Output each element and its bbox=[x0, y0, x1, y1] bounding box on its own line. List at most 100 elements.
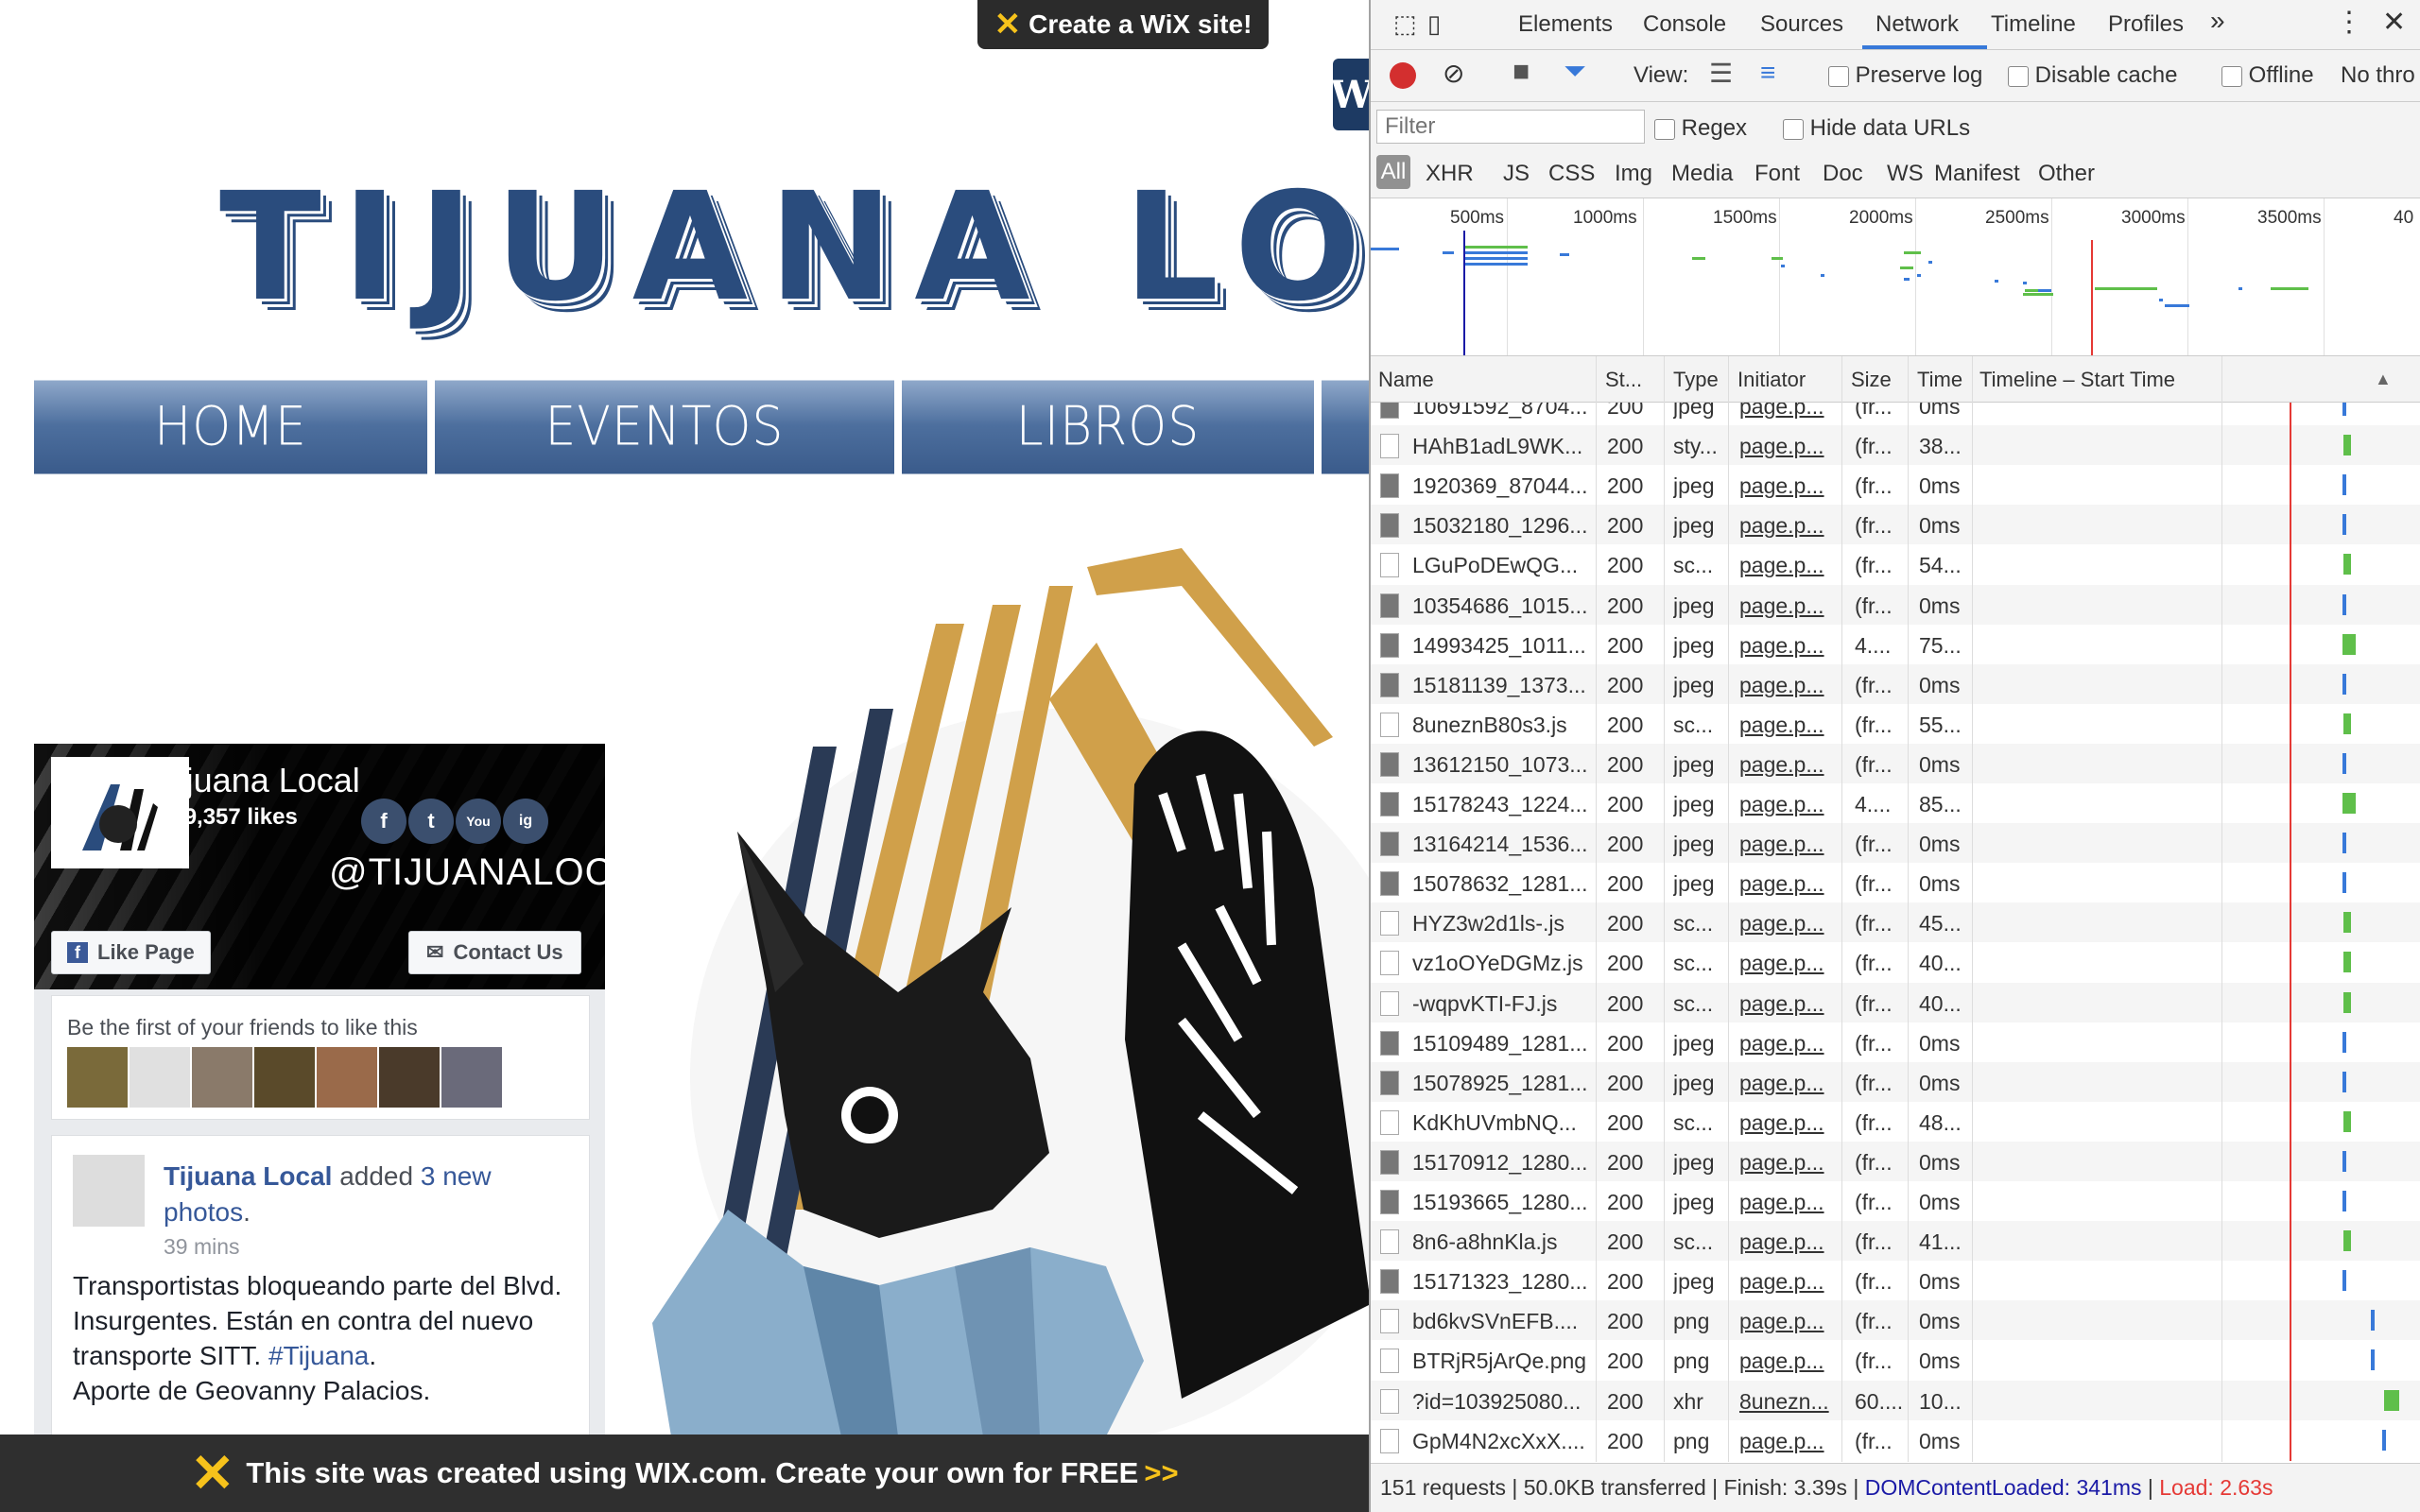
type-filter-css[interactable]: CSS bbox=[1548, 161, 1595, 187]
device-mode-icon[interactable]: ▯ bbox=[1427, 9, 1441, 39]
tab-sources[interactable]: Sources bbox=[1760, 11, 1843, 38]
regex-checkbox[interactable]: Regex bbox=[1654, 115, 1747, 142]
type-filter-media[interactable]: Media bbox=[1671, 161, 1733, 187]
request-initiator[interactable]: page.p... bbox=[1739, 1190, 1824, 1215]
request-initiator[interactable]: page.p... bbox=[1739, 553, 1824, 578]
request-row[interactable]: 10691592_8704... 200 jpeg page.p... (fr... 0m… bbox=[1371, 403, 2420, 425]
request-initiator[interactable]: page.p... bbox=[1739, 911, 1824, 936]
filter-icon[interactable]: ⏷ bbox=[1564, 56, 1586, 88]
friend-avatar[interactable] bbox=[130, 1047, 190, 1108]
tab-elements[interactable]: Elements bbox=[1518, 11, 1613, 38]
request-row[interactable]: 1920369_87044... 200 jpeg page.p... (fr... 0m… bbox=[1371, 465, 2420, 505]
type-filter-ws[interactable]: WS bbox=[1887, 161, 1924, 187]
request-initiator[interactable]: page.p... bbox=[1739, 752, 1824, 778]
col-timeline[interactable]: Timeline – Start Time bbox=[1979, 368, 2175, 392]
request-row[interactable]: HYZ3w2d1ls-.js 200 sc... page.p... (fr... 45.… bbox=[1371, 902, 2420, 943]
clear-icon[interactable]: ⊘ bbox=[1443, 58, 1464, 89]
type-filter-manifest[interactable]: Manifest bbox=[1934, 161, 2020, 187]
post-time[interactable]: 39 mins bbox=[164, 1234, 240, 1260]
type-filter-doc[interactable]: Doc bbox=[1823, 161, 1863, 187]
request-initiator[interactable]: page.p... bbox=[1739, 871, 1824, 897]
request-initiator[interactable]: page.p... bbox=[1739, 951, 1824, 976]
type-filter-img[interactable]: Img bbox=[1615, 161, 1652, 187]
record-icon[interactable] bbox=[1390, 62, 1416, 89]
post-author-avatar[interactable] bbox=[73, 1155, 145, 1227]
request-initiator[interactable]: page.p... bbox=[1739, 1429, 1824, 1454]
tab-console[interactable]: Console bbox=[1643, 11, 1726, 38]
request-row[interactable]: 15178243_1224... 200 jpeg page.p... 4.... 85.… bbox=[1371, 783, 2420, 823]
col-initiator[interactable]: Initiator bbox=[1737, 368, 1806, 392]
request-row[interactable]: 14993425_1011... 200 jpeg page.p... 4.... 75.… bbox=[1371, 625, 2420, 664]
friend-avatar[interactable] bbox=[379, 1047, 440, 1108]
hide-data-urls-checkbox[interactable]: Hide data URLs bbox=[1783, 115, 1970, 142]
request-row[interactable]: KdKhUVmbNQ... 200 sc... page.p... (fr... 48..… bbox=[1371, 1102, 2420, 1142]
request-initiator[interactable]: page.p... bbox=[1739, 1071, 1824, 1096]
capture-screenshots-icon[interactable]: ■ bbox=[1512, 56, 1530, 88]
request-initiator[interactable]: page.p... bbox=[1739, 1031, 1824, 1057]
nav-next[interactable] bbox=[1322, 380, 1369, 474]
nav-eventos[interactable]: EVENTOS bbox=[435, 380, 894, 474]
request-row[interactable]: 15171323_1280... 200 jpeg page.p... (fr... 0m… bbox=[1371, 1261, 2420, 1300]
request-initiator[interactable]: page.p... bbox=[1739, 513, 1824, 539]
request-initiator[interactable]: page.p... bbox=[1739, 403, 1824, 420]
wix-create-banner[interactable]: ✕ Create a WiX site! bbox=[977, 0, 1269, 49]
friend-avatar[interactable] bbox=[317, 1047, 377, 1108]
col-name[interactable]: Name bbox=[1378, 368, 1434, 392]
request-row[interactable]: 13612150_1073... 200 jpeg page.p... (fr... 0m… bbox=[1371, 743, 2420, 783]
col-size[interactable]: Size bbox=[1851, 368, 1892, 392]
col-status[interactable]: St... bbox=[1605, 368, 1642, 392]
nav-libros[interactable]: LIBROS bbox=[902, 380, 1314, 474]
request-row[interactable]: 15032180_1296... 200 jpeg page.p... (fr... 0m… bbox=[1371, 505, 2420, 545]
request-row[interactable]: vz1oOYeDGMz.js 200 sc... page.p... (fr... 40.… bbox=[1371, 942, 2420, 982]
request-initiator[interactable]: page.p... bbox=[1739, 633, 1824, 659]
request-initiator[interactable]: page.p... bbox=[1739, 1269, 1824, 1295]
request-row[interactable]: 8n6-a8hnKla.js 200 sc... page.p... (fr... 41.… bbox=[1371, 1221, 2420, 1262]
post-author[interactable]: Tijuana Local bbox=[164, 1161, 332, 1191]
tab-timeline[interactable]: Timeline bbox=[1991, 11, 2076, 38]
request-initiator[interactable]: page.p... bbox=[1739, 991, 1824, 1017]
friend-avatar[interactable] bbox=[254, 1047, 315, 1108]
request-row[interactable]: 10354686_1015... 200 jpeg page.p... (fr... 0m… bbox=[1371, 584, 2420, 625]
more-tabs-icon[interactable]: » bbox=[2210, 6, 2225, 36]
overview-icon[interactable]: ≡ bbox=[1760, 58, 1775, 88]
post-hashtag[interactable]: #Tijuana bbox=[268, 1341, 369, 1370]
request-initiator[interactable]: 8unezn... bbox=[1739, 1389, 1829, 1415]
request-row[interactable]: bd6kvSVnEFB.... 200 png page.p... (fr... 0ms bbox=[1371, 1300, 2420, 1341]
large-rows-icon[interactable]: ☰ bbox=[1709, 58, 1733, 89]
sort-ascending-icon[interactable]: ▲ bbox=[2375, 369, 2392, 389]
friend-avatar[interactable] bbox=[441, 1047, 502, 1108]
request-row[interactable]: 15181139_1373... 200 jpeg page.p... (fr... 0m… bbox=[1371, 663, 2420, 704]
col-type[interactable]: Type bbox=[1673, 368, 1719, 392]
request-row[interactable]: 15193665_1280... 200 jpeg page.p... (fr... 0m… bbox=[1371, 1181, 2420, 1221]
type-filter-other[interactable]: Other bbox=[2038, 161, 2095, 187]
col-time[interactable]: Time bbox=[1917, 368, 1962, 392]
throttle-select[interactable]: No thro bbox=[2341, 62, 2415, 89]
request-row[interactable]: 15078632_1281... 200 jpeg page.p... (fr... 0m… bbox=[1371, 863, 2420, 902]
request-row[interactable]: -wqpvKTI-FJ.js 200 sc... page.p... (fr... 40.… bbox=[1371, 982, 2420, 1022]
type-filter-font[interactable]: Font bbox=[1754, 161, 1800, 187]
close-icon[interactable]: ✕ bbox=[2382, 6, 2406, 39]
type-filter-all[interactable]: All bbox=[1376, 155, 1410, 189]
request-row[interactable]: 15109489_1281... 200 jpeg page.p... (fr... 0m… bbox=[1371, 1022, 2420, 1062]
request-initiator[interactable]: page.p... bbox=[1739, 434, 1824, 459]
preserve-log-checkbox[interactable]: Preserve log bbox=[1828, 62, 1982, 89]
friend-avatar[interactable] bbox=[192, 1047, 252, 1108]
request-row[interactable]: 15170912_1280... 200 jpeg page.p... (fr... 0m… bbox=[1371, 1141, 2420, 1181]
inspect-element-icon[interactable]: ⬚ bbox=[1393, 9, 1417, 39]
type-filter-xhr[interactable]: XHR bbox=[1426, 161, 1474, 187]
request-row[interactable]: ?id=103925080... 200 xhr 8unezn... 60.... 10.… bbox=[1371, 1380, 2420, 1420]
request-initiator[interactable]: page.p... bbox=[1739, 1349, 1824, 1374]
disable-cache-checkbox[interactable]: Disable cache bbox=[2008, 62, 2177, 89]
tab-network[interactable]: Network bbox=[1876, 11, 1959, 38]
friend-avatar[interactable] bbox=[67, 1047, 128, 1108]
request-initiator[interactable]: page.p... bbox=[1739, 473, 1824, 499]
request-row[interactable]: GpM4N2xcXxX.... 200 png page.p... (fr... 0ms bbox=[1371, 1420, 2420, 1460]
request-row[interactable]: LGuPoDEwQG... 200 sc... page.p... (fr... 54..… bbox=[1371, 544, 2420, 584]
network-overview[interactable]: 500ms 1000ms 1500ms 2000ms 2500ms 3000ms… bbox=[1371, 198, 2420, 356]
request-row[interactable]: 13164214_1536... 200 jpeg page.p... (fr... 0m… bbox=[1371, 823, 2420, 864]
request-initiator[interactable]: page.p... bbox=[1739, 673, 1824, 698]
wordpress-icon[interactable]: W bbox=[1331, 59, 1369, 130]
kebab-menu-icon[interactable]: ⋮ bbox=[2335, 6, 2363, 39]
offline-checkbox[interactable]: Offline bbox=[2221, 62, 2314, 89]
request-initiator[interactable]: page.p... bbox=[1739, 1229, 1824, 1255]
